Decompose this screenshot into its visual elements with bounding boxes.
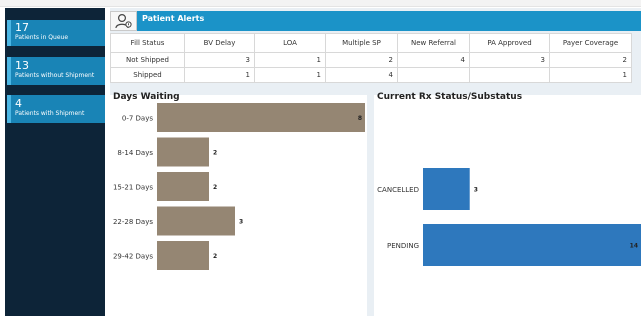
row-label: Not Shipped [110,52,185,68]
table-cell[interactable]: 4 [325,67,398,83]
category-tick-label: PENDING [387,242,419,250]
table-cell[interactable]: 3 [469,52,550,68]
patient-alerts-header: Patient Alerts [110,11,641,31]
column-header-fill-status[interactable]: Fill Status [110,33,185,53]
days-waiting-panel: Days Waiting 0-7 Days 8 8-14 Days 2 15-21 Da… [110,92,367,316]
table-cell[interactable]: 2 [325,52,398,68]
category-tick-label: 29-42 Days [113,253,153,261]
top-bar [0,0,641,7]
category-tick-label: 8-14 Days [117,149,153,157]
patient-alerts-table: Fill Status BV Delay LOA Multiple SP New… [110,33,632,83]
stat-label: Patients without Shipment [15,72,95,79]
column-header-new-referral[interactable]: New Referral [397,33,470,53]
table-row: Shipped 1 1 4 1 [110,67,632,83]
stat-patients-in-queue[interactable]: 17 Patients in Queue [7,20,105,46]
bar[interactable] [423,168,470,210]
rx-status-title: Current Rx Status/Substatus [377,92,523,102]
patient-alerts-title: Patient Alerts [142,14,205,23]
category-tick-label: CANCELLED [377,186,419,194]
table-cell[interactable] [397,67,470,83]
bar-value-label: 2 [213,253,217,260]
row-label: Shipped [110,67,185,83]
table-cell[interactable]: 1 [549,67,632,83]
table-cell[interactable]: 1 [254,67,326,83]
rx-status-panel: Current Rx Status/Substatus CANCELLED 3 PE… [374,92,641,316]
stat-label: Patients with Shipment [15,110,85,117]
user-alert-icon [115,13,132,29]
table-cell[interactable]: 3 [184,52,255,68]
table-cell[interactable] [469,67,550,83]
column-header-loa[interactable]: LOA [254,33,326,53]
category-tick-label: 15-21 Days [113,184,153,192]
table-cell[interactable]: 1 [254,52,326,68]
bar-value-label: 8 [358,115,362,122]
rx-status-chart: CANCELLED 3 PENDING 14 [377,168,641,266]
stat-patients-with-shipment[interactable]: 4 Patients with Shipment [7,95,105,123]
category-tick-label: 0-7 Days [122,115,153,123]
stat-label: Patients in Queue [15,34,69,41]
stat-value: 17 [15,21,29,34]
bar[interactable] [157,206,235,236]
stat-value: 13 [15,59,29,72]
bar-value-label: 3 [239,219,243,226]
category-tick-label: 22-28 Days [113,218,153,226]
sidebar: 17 Patients in Queue 13 Patients without… [5,8,105,316]
bar[interactable] [157,137,209,167]
bar-value-label: 2 [213,184,217,191]
bar-value-label: 3 [474,187,478,194]
bar[interactable] [423,224,641,266]
column-header-bv-delay[interactable]: BV Delay [184,33,255,53]
stat-patients-without-shipment[interactable]: 13 Patients without Shipment [7,57,105,85]
bar[interactable] [157,172,209,201]
table-cell[interactable]: 1 [184,67,255,83]
bar[interactable] [157,241,209,270]
column-header-pa-approved[interactable]: PA Approved [469,33,550,53]
table-row: Not Shipped 3 1 2 4 3 2 [110,52,632,68]
stat-value: 4 [15,97,22,110]
bar[interactable] [157,103,365,132]
column-header-payer-coverage[interactable]: Payer Coverage [549,33,632,53]
days-waiting-title: Days Waiting [113,92,180,102]
main-content: Patient Alerts Fill Status BV Delay LOA … [110,8,641,316]
column-header-multiple-sp[interactable]: Multiple SP [325,33,398,53]
patient-alerts-icon-button[interactable] [110,11,137,31]
days-waiting-chart: 0-7 Days 8 8-14 Days 2 15-21 Days 2 22-28 Days… [113,103,365,270]
bar-value-label: 14 [630,243,638,250]
bar-value-label: 2 [213,150,217,157]
table-cell[interactable]: 2 [549,52,632,68]
table-header-row: Fill Status BV Delay LOA Multiple SP New… [110,33,632,53]
table-cell[interactable]: 4 [397,52,470,68]
